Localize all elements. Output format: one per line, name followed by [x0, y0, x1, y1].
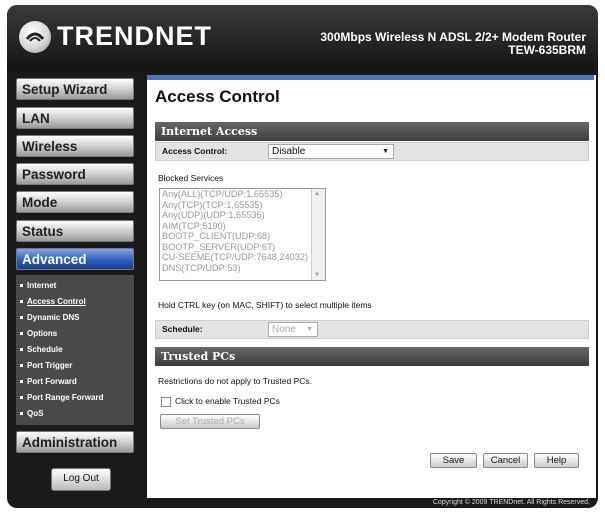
schedule-label: Schedule: — [162, 324, 203, 334]
bullet-icon — [20, 380, 23, 384]
bullet-icon — [20, 284, 23, 288]
main-panel: Access Control Internet Access Access Co… — [147, 75, 596, 498]
brand-name: TRENDNET — [57, 21, 212, 51]
blocked-services-label: Blocked Services — [158, 173, 224, 183]
bullet-icon — [20, 332, 23, 336]
submenu-port-trigger[interactable]: Port Trigger — [20, 361, 72, 370]
nav-advanced[interactable]: Advanced — [16, 248, 134, 270]
submenu-access-control[interactable]: Access Control — [20, 297, 86, 306]
service-option[interactable]: DNS(TCP/UDP:53) — [160, 263, 325, 274]
trusted-pcs-note: Restrictions do not apply to Trusted PCs… — [158, 376, 313, 386]
submenu-label: Port Range Forward — [27, 393, 104, 402]
submenu-port-range-forward[interactable]: Port Range Forward — [20, 393, 103, 402]
schedule-select[interactable]: None ▼ — [268, 322, 318, 337]
submenu-schedule[interactable]: Schedule — [20, 345, 63, 354]
schedule-row: Schedule: None ▼ — [155, 320, 589, 339]
submenu-label: Port Trigger — [27, 361, 73, 370]
submenu-port-forward[interactable]: Port Forward — [20, 377, 77, 386]
access-control-select[interactable]: Disable ▼ — [268, 144, 394, 159]
submenu-label: Access Control — [27, 297, 86, 306]
submenu-label: QoS — [27, 409, 44, 418]
blocked-services-list[interactable]: Any(ALL)(TCP/UDP:1,65535) Any(TCP)(TCP:1… — [159, 188, 326, 281]
nav-setup-wizard[interactable]: Setup Wizard — [16, 78, 134, 100]
submenu-qos[interactable]: QoS — [20, 409, 43, 418]
submenu-label: Options — [27, 329, 58, 338]
copyright-text: Copyright © 2009 TRENDnet. All Rights Re… — [432, 499, 590, 506]
submenu-label: Dynamic DNS — [27, 313, 80, 322]
router-admin-frame: TRENDNET 300Mbps Wireless N ADSL 2/2+ Mo… — [7, 5, 598, 508]
scroll-down-icon[interactable]: ▼ — [314, 272, 320, 278]
access-control-row: Access Control: Disable ▼ — [155, 142, 589, 161]
set-trusted-pcs-button[interactable]: Set Trusted PCs — [160, 414, 260, 429]
nav-lan[interactable]: LAN — [16, 107, 134, 129]
nav-password[interactable]: Password — [16, 163, 134, 185]
access-control-label: Access Control: — [162, 146, 228, 156]
bullet-icon — [20, 316, 23, 320]
advanced-submenu: Internet Access Control Dynamic DNS Opti… — [16, 275, 134, 425]
bullet-icon — [20, 300, 23, 304]
service-option[interactable]: BOOTP_CLIENT(UDP:68) — [160, 231, 325, 242]
nav-administration[interactable]: Administration — [16, 431, 134, 453]
service-option[interactable]: AIM(TCP:5190) — [160, 221, 325, 232]
bullet-icon — [20, 348, 23, 352]
header: TRENDNET 300Mbps Wireless N ADSL 2/2+ Mo… — [7, 5, 598, 71]
trendnet-logo-icon — [19, 21, 51, 53]
nav-wireless[interactable]: Wireless — [16, 135, 134, 157]
logout-button[interactable]: Log Out — [51, 468, 111, 491]
enable-trusted-pcs-label: Click to enable Trusted PCs — [175, 396, 280, 406]
nav-mode[interactable]: Mode — [16, 191, 134, 213]
model-line-2: TEW-635BRM — [508, 43, 586, 57]
multi-select-hint: Hold CTRL key (on MAC, SHIFT) to select … — [158, 300, 372, 310]
service-option[interactable]: CU-SEEME(TCP/UDP:7648,24032) — [160, 252, 325, 263]
cancel-button[interactable]: Cancel — [483, 453, 528, 468]
submenu-label: Schedule — [27, 345, 63, 354]
nav-status[interactable]: Status — [16, 220, 134, 242]
service-option[interactable]: Any(TCP)(TCP:1,65535) — [160, 200, 325, 211]
scroll-up-icon[interactable]: ▲ — [314, 191, 320, 197]
schedule-value: None — [272, 324, 296, 335]
submenu-options[interactable]: Options — [20, 329, 57, 338]
bullet-icon — [20, 412, 23, 416]
panel-top-bar — [147, 75, 594, 80]
services-scrollbar[interactable]: ▲ ▼ — [311, 189, 325, 280]
service-option[interactable]: BOOTP_SERVER(UDP:67) — [160, 242, 325, 253]
service-option[interactable]: Any(UDP)(UDP:1,65535) — [160, 210, 325, 221]
submenu-label: Port Forward — [27, 377, 77, 386]
enable-trusted-pcs-checkbox[interactable] — [161, 397, 171, 407]
service-option[interactable]: Any(ALL)(TCP/UDP:1,65535) — [160, 189, 325, 200]
dropdown-arrow-icon: ▼ — [382, 148, 389, 155]
model-name: 300Mbps Wireless N ADSL 2/2+ Modem Route… — [320, 31, 586, 57]
dropdown-arrow-icon: ▼ — [306, 326, 313, 333]
trusted-pcs-heading: Trusted PCs — [155, 347, 589, 366]
bullet-icon — [20, 396, 23, 400]
save-button[interactable]: Save — [430, 453, 477, 468]
access-control-value: Disable — [272, 146, 306, 157]
internet-access-heading: Internet Access — [155, 122, 589, 141]
page-title: Access Control — [155, 87, 280, 106]
submenu-dynamic-dns[interactable]: Dynamic DNS — [20, 313, 79, 322]
submenu-internet[interactable]: Internet — [20, 281, 56, 290]
bullet-icon — [20, 364, 23, 368]
submenu-label: Internet — [27, 281, 57, 290]
help-button[interactable]: Help — [534, 453, 579, 468]
